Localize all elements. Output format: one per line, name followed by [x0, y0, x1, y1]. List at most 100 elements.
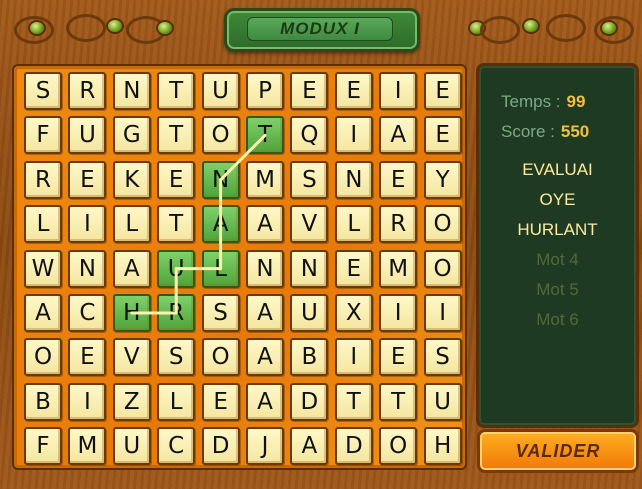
letter-tile[interactable]: M	[379, 249, 418, 288]
letter-tile[interactable]: A	[246, 382, 284, 421]
letter-tile[interactable]: E	[423, 116, 462, 155]
letter-tile[interactable]: O	[24, 338, 62, 377]
letter-tile[interactable]: Q	[290, 116, 329, 155]
letter-tile[interactable]: C	[68, 294, 107, 332]
letter-tile[interactable]: S	[157, 338, 196, 377]
letter-tile[interactable]: A	[379, 116, 418, 155]
letter-tile[interactable]: T	[157, 205, 196, 244]
word-2: OYE	[539, 190, 576, 209]
letter-tile[interactable]: N	[246, 249, 284, 288]
letter-tile[interactable]: E	[379, 160, 418, 199]
letter-tile[interactable]: A	[290, 427, 329, 466]
letter-tile[interactable]: S	[423, 338, 462, 377]
letter-tile[interactable]: T	[157, 72, 196, 110]
letter-tile[interactable]: C	[157, 427, 196, 466]
letter-tile[interactable]: R	[24, 160, 62, 199]
letter-tile[interactable]: H	[112, 294, 151, 332]
letter-tile[interactable]: A	[24, 294, 62, 332]
letter-tile[interactable]: I	[334, 338, 373, 377]
letter-tile[interactable]: M	[68, 427, 107, 466]
word-6: Mot 6	[536, 310, 579, 329]
letter-tile[interactable]: O	[379, 427, 418, 466]
letter-tile[interactable]: M	[246, 160, 284, 199]
letter-tile[interactable]: A	[246, 338, 284, 377]
letter-tile[interactable]: O	[201, 116, 240, 155]
letter-tile[interactable]: A	[112, 249, 151, 288]
score-label: Score :	[501, 122, 555, 141]
letter-tile[interactable]: S	[290, 160, 329, 199]
letter-tile[interactable]: I	[423, 294, 462, 332]
letter-tile[interactable]: E	[334, 249, 373, 288]
letter-tile[interactable]: E	[290, 72, 329, 110]
letter-tile[interactable]: U	[423, 382, 462, 421]
letter-tile[interactable]: E	[334, 72, 373, 110]
letter-tile[interactable]: J	[246, 427, 284, 466]
letter-tile[interactable]: I	[68, 205, 107, 244]
letter-tile[interactable]: U	[68, 116, 107, 155]
letter-tile[interactable]: O	[423, 205, 462, 244]
letter-tile[interactable]: N	[68, 249, 107, 288]
gem-icon	[28, 20, 46, 36]
letter-tile[interactable]: E	[201, 382, 240, 421]
letter-tile[interactable]: E	[379, 338, 418, 377]
letter-tile[interactable]: T	[157, 116, 196, 155]
ornament-left	[6, 4, 176, 54]
letter-tile[interactable]: T	[246, 116, 284, 155]
letter-tile[interactable]: E	[423, 72, 462, 110]
letter-tile[interactable]: S	[201, 294, 240, 332]
letter-tile[interactable]: H	[423, 427, 462, 466]
letter-tile[interactable]: L	[201, 249, 240, 288]
letter-tile[interactable]: L	[334, 205, 373, 244]
letter-tile[interactable]: E	[157, 160, 196, 199]
letter-tile[interactable]: N	[290, 249, 329, 288]
letter-tile[interactable]: A	[201, 205, 240, 244]
letter-tile[interactable]: I	[379, 294, 418, 332]
letter-tile[interactable]: X	[334, 294, 373, 332]
side-panel: Temps : 99 Score : 550 EVALUAI OYE HURLANT…	[476, 63, 639, 428]
letter-tile[interactable]: N	[334, 160, 373, 199]
word-1: EVALUAI	[522, 160, 593, 179]
letter-tile[interactable]: U	[290, 294, 329, 332]
letter-tile[interactable]: R	[379, 205, 418, 244]
letter-tile[interactable]: L	[112, 205, 151, 244]
letter-tile[interactable]: N	[201, 160, 240, 199]
letter-tile[interactable]: K	[112, 160, 151, 199]
time-value: 99	[566, 92, 586, 111]
letter-tile[interactable]: U	[157, 249, 196, 288]
letter-tile[interactable]: E	[68, 160, 107, 199]
letter-tile[interactable]: Y	[423, 160, 462, 199]
letter-tile[interactable]: S	[24, 72, 62, 110]
letter-tile[interactable]: A	[246, 294, 284, 332]
letter-tile[interactable]: T	[379, 382, 418, 421]
letter-tile[interactable]: B	[24, 382, 62, 421]
letter-tile[interactable]: E	[68, 338, 107, 377]
letter-tile[interactable]: O	[423, 249, 462, 288]
letter-tile[interactable]: Z	[112, 382, 151, 421]
letter-tile[interactable]: D	[201, 427, 240, 466]
letter-tile[interactable]: R	[157, 294, 196, 332]
letter-tile[interactable]: I	[68, 382, 107, 421]
letter-tile[interactable]: O	[201, 338, 240, 377]
letter-tile[interactable]: B	[290, 338, 329, 377]
letter-tile[interactable]: I	[334, 116, 373, 155]
letter-tile[interactable]: U	[201, 72, 240, 110]
letter-tile[interactable]: N	[112, 72, 151, 110]
letter-tile[interactable]: F	[24, 116, 62, 155]
letter-tile[interactable]: I	[379, 72, 418, 110]
letter-tile[interactable]: V	[290, 205, 329, 244]
letter-tile[interactable]: T	[334, 382, 373, 421]
letter-tile[interactable]: L	[24, 205, 62, 244]
letter-tile[interactable]: W	[24, 249, 62, 288]
letter-tile[interactable]: R	[68, 72, 107, 110]
letter-tile[interactable]: G	[112, 116, 151, 155]
letter-tile[interactable]: V	[112, 338, 151, 377]
letter-tile[interactable]: D	[334, 427, 373, 466]
letter-tile[interactable]: U	[112, 427, 151, 466]
swirl-decoration	[546, 14, 586, 42]
letter-tile[interactable]: D	[290, 382, 329, 421]
letter-tile[interactable]: F	[24, 427, 62, 466]
letter-tile[interactable]: P	[246, 72, 284, 110]
letter-tile[interactable]: L	[157, 382, 196, 421]
validate-button[interactable]: VALIDER	[477, 429, 639, 473]
letter-tile[interactable]: A	[246, 205, 284, 244]
